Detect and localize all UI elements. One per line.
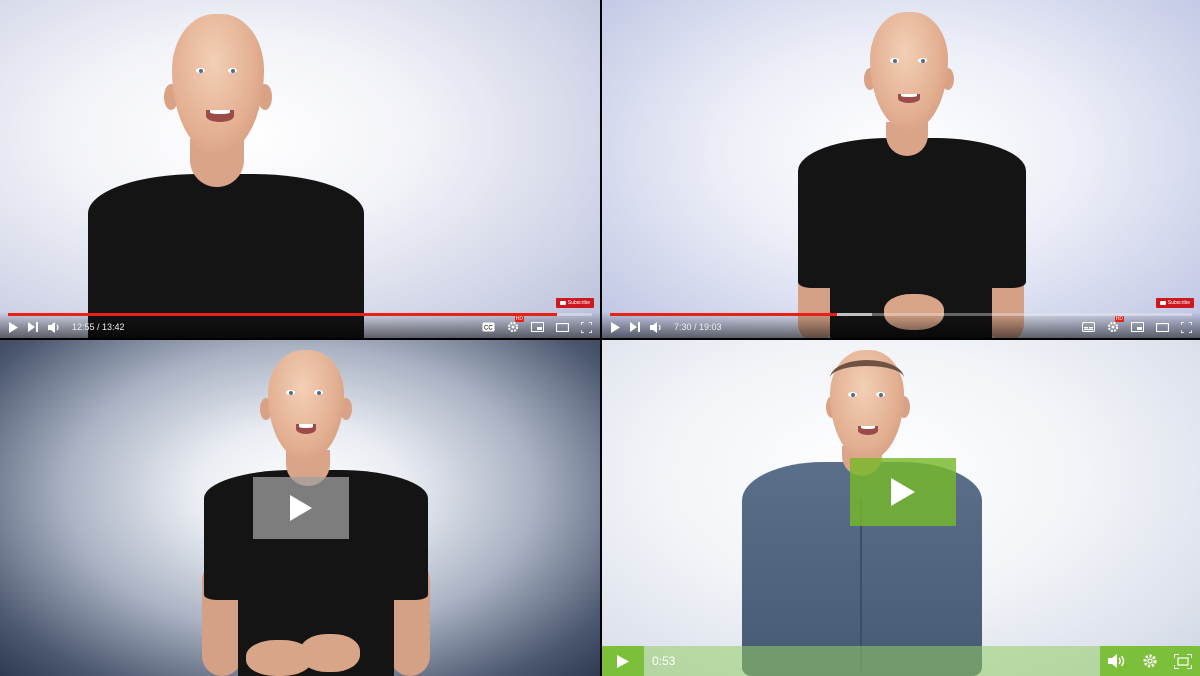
controls-row: 12:55 / 13:42 CC HD (8, 316, 592, 336)
miniplayer-icon[interactable] (1131, 318, 1144, 336)
youtube-logo-icon (559, 301, 566, 305)
play-control[interactable] (602, 646, 644, 676)
video-player-1[interactable]: Subscribe 12:55 / 13:42 CC HD (0, 0, 600, 338)
subscribe-button[interactable]: Subscribe (555, 298, 594, 308)
hair (830, 360, 904, 396)
hd-badge: HD (1114, 316, 1124, 322)
theater-icon[interactable] (556, 318, 569, 336)
volume-icon[interactable] (48, 318, 60, 336)
fullscreen-icon[interactable] (1174, 653, 1192, 669)
video-player-2[interactable]: Subscribe 7:30 / 19:03 HD (602, 0, 1200, 338)
time-display: 7:30 / 19:03 (674, 322, 722, 332)
progress-bar[interactable] (610, 313, 1192, 316)
miniplayer-icon[interactable] (531, 318, 544, 336)
buffer-fill (836, 313, 872, 316)
settings-icon[interactable] (1142, 653, 1158, 669)
progress-fill (8, 313, 557, 316)
presenter-2 (792, 12, 1032, 338)
progress-bar[interactable] (8, 313, 592, 316)
volume-icon[interactable] (650, 318, 662, 336)
video-player-4[interactable]: 0:53 (602, 340, 1200, 676)
subscribe-button[interactable]: Subscribe (1155, 298, 1194, 308)
time-display: 12:55 / 13:42 (72, 322, 125, 332)
subscribe-label: Subscribe (567, 300, 590, 306)
play-button[interactable] (253, 477, 349, 539)
skip-next-icon[interactable] (28, 318, 38, 336)
subtitles-icon[interactable] (1082, 318, 1095, 336)
time-display: 0:53 (652, 654, 676, 668)
skip-next-icon[interactable] (630, 318, 640, 336)
fullscreen-icon[interactable] (581, 318, 592, 336)
volume-icon[interactable] (1108, 654, 1126, 668)
play-icon (891, 478, 915, 506)
cc-icon[interactable]: CC (482, 318, 495, 336)
play-icon (290, 495, 312, 521)
video-player-3[interactable] (0, 340, 600, 676)
settings-icon[interactable]: HD (1107, 316, 1124, 336)
play-icon[interactable] (610, 318, 620, 336)
subscribe-label: Subscribe (1167, 300, 1190, 306)
play-icon[interactable] (8, 318, 18, 336)
hd-badge: HD (514, 316, 524, 322)
settings-icon[interactable]: HD (507, 316, 524, 336)
progress-fill (610, 313, 837, 316)
play-icon (617, 654, 629, 668)
right-controls (1100, 646, 1200, 676)
play-button[interactable] (850, 458, 956, 526)
svg-text:CC: CC (484, 326, 493, 332)
control-bar: 0:53 (602, 646, 1200, 676)
controls-row: 7:30 / 19:03 HD (610, 316, 1192, 336)
fullscreen-icon[interactable] (1181, 318, 1192, 336)
presenter-1 (80, 14, 370, 338)
theater-icon[interactable] (1156, 318, 1169, 336)
youtube-logo-icon (1159, 301, 1166, 305)
